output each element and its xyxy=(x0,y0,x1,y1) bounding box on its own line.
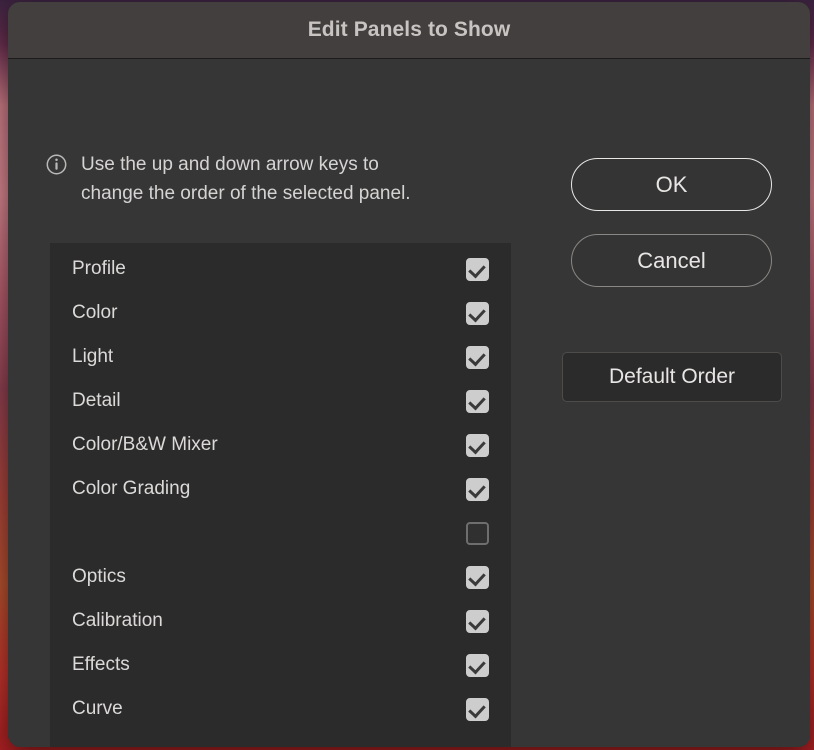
panel-visibility-checkbox[interactable] xyxy=(466,609,489,633)
panel-list-row-label: Detail xyxy=(72,390,121,411)
panel-visibility-checkbox[interactable] xyxy=(466,433,489,457)
panel-list-row[interactable]: Color/B&W Mixer xyxy=(50,423,511,467)
panel-visibility-checkbox[interactable] xyxy=(466,389,489,413)
panel-list-row-label: Profile xyxy=(72,258,126,279)
panel-list-row-label: Effects xyxy=(72,654,130,675)
panel-list-row[interactable]: Color Grading xyxy=(50,467,511,511)
panel-visibility-checkbox[interactable] xyxy=(466,653,489,677)
info-message: Use the up and down arrow keys to change… xyxy=(46,150,516,208)
panel-visibility-checkbox[interactable] xyxy=(466,477,489,501)
panel-list-row-label: Calibration xyxy=(72,610,163,631)
default-order-button[interactable]: Default Order xyxy=(562,352,782,402)
panel-visibility-checkbox[interactable] xyxy=(466,345,489,369)
panel-visibility-checkbox[interactable] xyxy=(466,301,489,325)
dialog-titlebar: Edit Panels to Show xyxy=(8,2,810,59)
dialog-title: Edit Panels to Show xyxy=(307,18,511,41)
panel-list-row-label: Color Grading xyxy=(72,478,191,499)
panel-list-row[interactable]: Detail xyxy=(50,379,511,423)
panel-list-row[interactable]: Calibration xyxy=(50,599,511,643)
dialog-body: Use the up and down arrow keys to change… xyxy=(8,59,810,747)
panel-list-row-label: Color xyxy=(72,302,118,323)
panel-visibility-checkbox[interactable] xyxy=(466,257,489,281)
panel-list-row[interactable]: Optics xyxy=(50,555,511,599)
panel-list-row[interactable]: Profile xyxy=(50,247,511,291)
info-text: Use the up and down arrow keys to change… xyxy=(81,154,411,204)
panel-order-list[interactable]: Profile Color Light Detail Color/B&W Mixer Co… xyxy=(50,243,511,747)
panel-list-row-label: Optics xyxy=(72,566,126,587)
panel-list-row[interactable]: Color xyxy=(50,291,511,335)
panel-list-row[interactable]: Curve xyxy=(50,687,511,731)
ok-button[interactable]: OK xyxy=(571,158,772,211)
panel-visibility-checkbox[interactable] xyxy=(466,697,489,721)
panel-visibility-checkbox[interactable] xyxy=(466,521,489,545)
panel-list-row[interactable]: Light xyxy=(50,335,511,379)
info-circle-icon xyxy=(46,154,67,175)
panel-visibility-checkbox[interactable] xyxy=(466,565,489,589)
panel-list-row-label: Light xyxy=(72,346,114,367)
panel-list-row[interactable]: Effects xyxy=(50,643,511,687)
panel-list-row-label: Color/B&W Mixer xyxy=(72,434,218,455)
panel-list-row-label: Curve xyxy=(72,698,123,719)
cancel-button[interactable]: Cancel xyxy=(571,234,772,287)
panel-list-row[interactable] xyxy=(50,511,511,555)
edit-panels-dialog: Edit Panels to Show Use the up and down … xyxy=(8,2,810,747)
